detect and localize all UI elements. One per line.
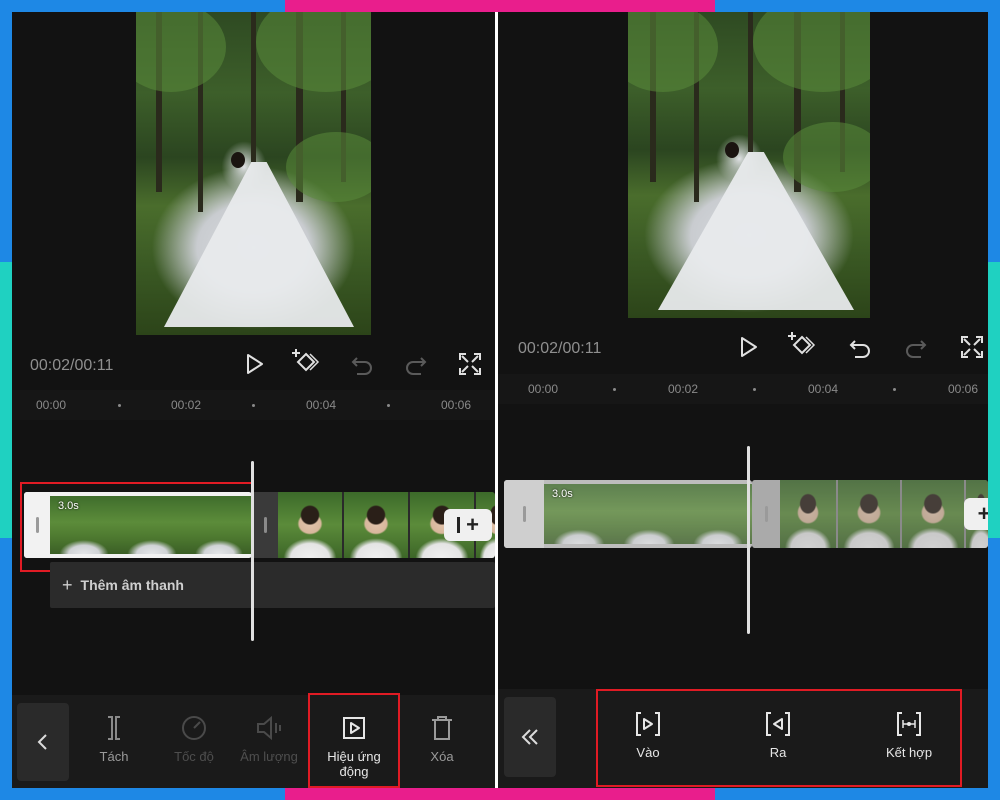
add-clip-button[interactable]: +	[444, 509, 492, 541]
add-audio-label: Thêm âm thanh	[80, 577, 184, 593]
editor-panel-left: 00:02/00:11 00:00 00:02 00:04 00:06 3.0s	[12, 12, 495, 788]
playback-timecode: 00:02/00:11	[30, 357, 114, 374]
timeline-playhead[interactable]	[251, 461, 254, 641]
plus-icon: +	[62, 574, 73, 595]
timeline-ruler[interactable]: 00:00 00:02 00:04 00:06	[498, 374, 988, 404]
split-icon	[108, 716, 120, 740]
undo-icon[interactable]	[846, 333, 874, 361]
ruler-tick: 00:02	[171, 398, 202, 412]
redo-icon[interactable]	[902, 333, 930, 361]
add-clip-button[interactable]: +	[964, 498, 988, 530]
toolbar-split[interactable]: Tách	[88, 713, 140, 764]
toolbar-speed[interactable]: Tốc độ	[164, 713, 224, 764]
playback-timecode: 00:02/00:11	[518, 340, 602, 357]
back-button[interactable]	[17, 703, 69, 781]
ruler-tick: 00:02	[668, 382, 699, 396]
frame-border	[0, 0, 12, 262]
highlight-box	[596, 689, 962, 787]
clip-duration-label: 3.0s	[552, 488, 573, 500]
frame-border	[988, 538, 1000, 800]
ruler-tick: 00:06	[948, 382, 979, 396]
toolbar-delete-label: Xóa	[430, 749, 454, 764]
frame-border	[0, 538, 12, 800]
ruler-tick: 00:04	[808, 382, 839, 396]
video-preview[interactable]	[628, 12, 870, 318]
toolbar-speed-label: Tốc độ	[174, 749, 214, 764]
speed-icon	[182, 716, 206, 740]
ruler-tick: 00:04	[306, 398, 337, 412]
editor-panel-right: 00:02/00:11 00:00 00:02 00:04 00:06 3.0s	[498, 12, 988, 788]
double-chevron-left-icon	[521, 729, 538, 745]
play-icon[interactable]	[734, 333, 762, 361]
fullscreen-icon[interactable]	[958, 333, 986, 361]
timeline-playhead[interactable]	[747, 446, 750, 634]
toolbar-delete[interactable]: Xóa	[418, 713, 466, 764]
volume-icon	[257, 715, 281, 741]
ruler-tick: 00:00	[36, 398, 67, 412]
fullscreen-icon[interactable]	[456, 350, 484, 378]
video-preview[interactable]	[136, 12, 371, 335]
frame-border	[715, 0, 1000, 12]
back-button[interactable]	[504, 697, 556, 777]
frame-border	[0, 262, 12, 538]
toolbar-split-label: Tách	[99, 749, 129, 764]
frame-border	[988, 262, 1000, 538]
ruler-tick: 00:00	[528, 382, 559, 396]
selected-video-clip[interactable]: 3.0s	[504, 480, 752, 548]
highlight-box	[20, 482, 254, 572]
delete-icon	[432, 716, 452, 740]
frame-border	[285, 0, 715, 12]
frame-border	[0, 0, 285, 12]
ruler-tick: 00:06	[441, 398, 472, 412]
toolbar-volume[interactable]: Âm lượng	[236, 713, 302, 764]
redo-icon[interactable]	[402, 350, 430, 378]
keyframe-add-icon[interactable]	[788, 331, 816, 359]
keyframe-add-icon[interactable]	[292, 348, 320, 376]
frame-border	[715, 788, 1000, 800]
frame-border	[285, 788, 715, 800]
frame-border	[988, 0, 1000, 262]
highlight-box	[308, 693, 400, 788]
frame-border	[0, 788, 285, 800]
undo-icon[interactable]	[348, 350, 376, 378]
play-icon[interactable]	[240, 350, 268, 378]
edit-toolbar: Tách Tốc độ Âm lượng Hiệu ứng động Xóa	[12, 695, 495, 788]
video-clip[interactable]	[752, 480, 988, 548]
add-audio-button[interactable]: + Thêm âm thanh	[50, 562, 495, 608]
toolbar-volume-label: Âm lượng	[240, 749, 298, 764]
timeline-ruler[interactable]: 00:00 00:02 00:04 00:06	[12, 390, 495, 420]
clip-trim-handle-left[interactable]	[504, 480, 544, 548]
chevron-left-icon	[37, 734, 47, 750]
